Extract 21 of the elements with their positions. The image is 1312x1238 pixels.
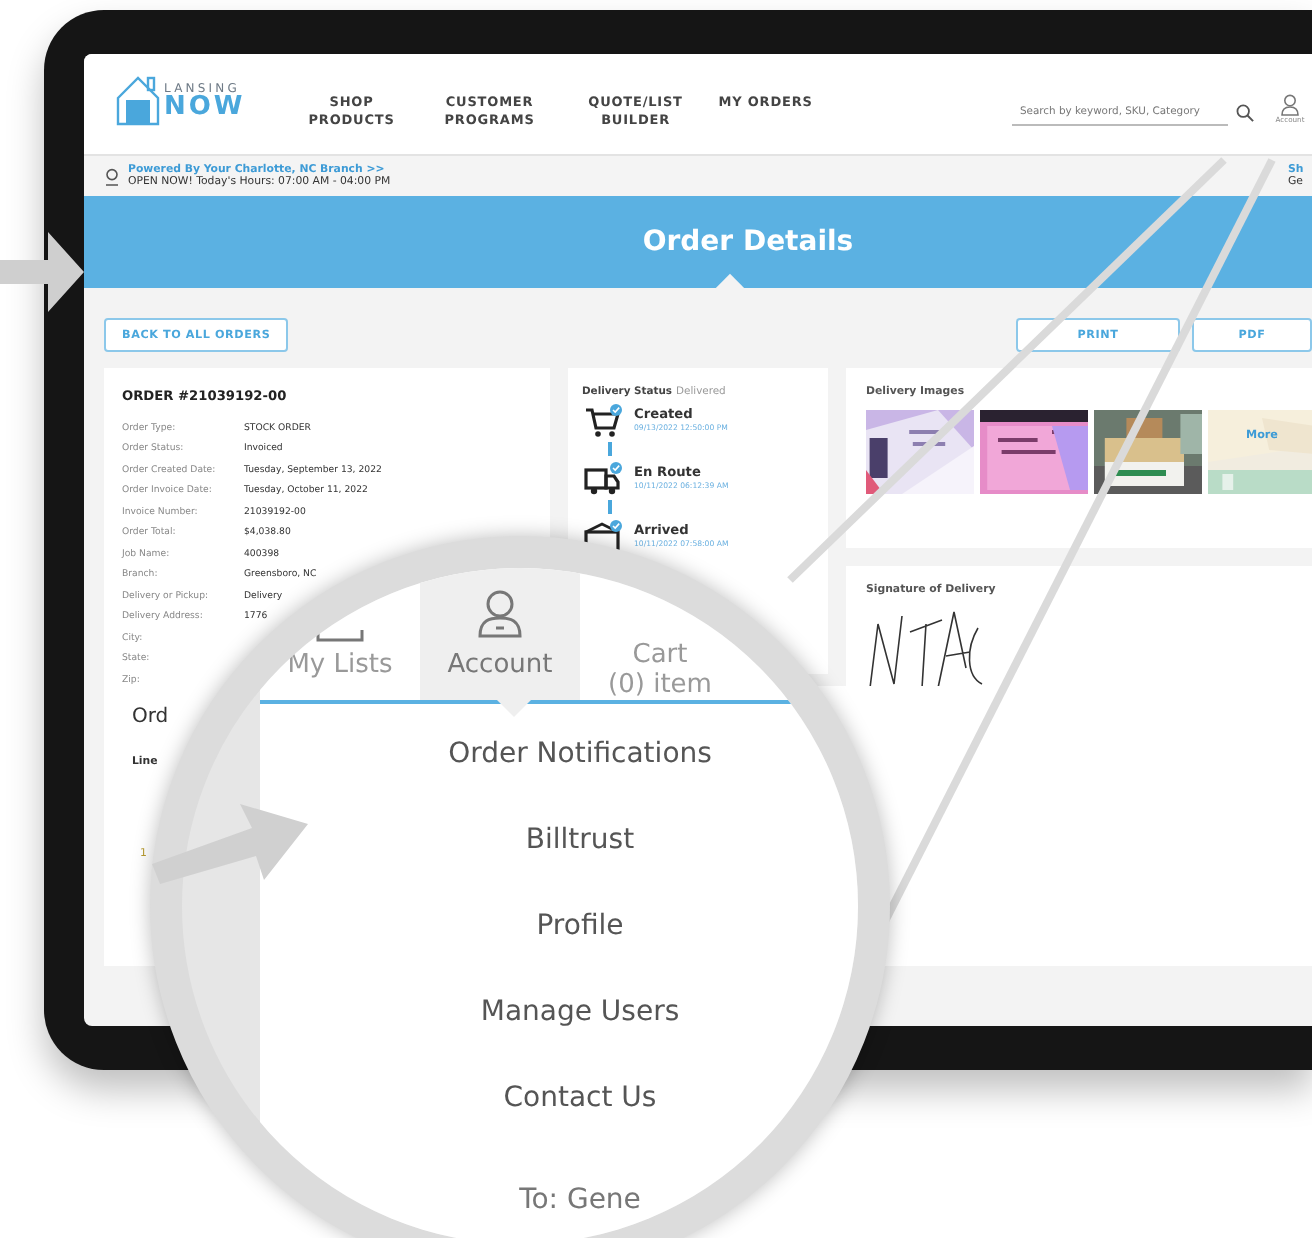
cart-icon (584, 406, 620, 438)
section-title: Ord (132, 706, 171, 728)
menu-item[interactable]: Billtrust (525, 818, 635, 862)
menu-tab[interactable]: My Lists (260, 616, 420, 700)
logo-text: NOW (164, 95, 246, 119)
signature-drawing (866, 608, 986, 692)
house-icon (116, 74, 160, 126)
location-icon (104, 167, 120, 185)
list-icon (316, 630, 364, 642)
menu-item[interactable]: Order Notifications (448, 732, 712, 776)
timeline-connector (608, 442, 612, 456)
timeline-connector (608, 500, 612, 514)
ship-to-text: To: Gene (519, 1182, 641, 1220)
menu-item[interactable]: Manage Users (480, 990, 680, 1034)
person-icon (476, 588, 524, 638)
truck-icon (584, 464, 620, 496)
menu-item[interactable]: Profile (536, 904, 624, 948)
search-icon (1236, 103, 1254, 121)
menu-item[interactable]: Contact Us (503, 1076, 657, 1120)
person-icon (1280, 94, 1300, 116)
menu-tab[interactable]: Cart (0) item (580, 616, 740, 700)
